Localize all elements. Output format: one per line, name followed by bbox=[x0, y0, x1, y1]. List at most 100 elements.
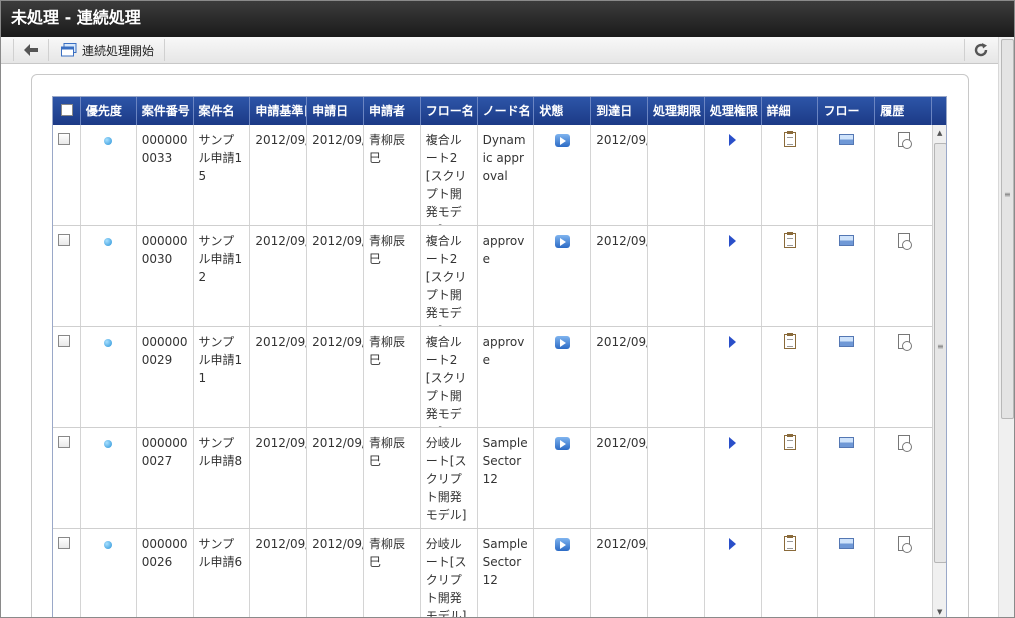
clipboard-icon[interactable] bbox=[783, 434, 796, 450]
header-authority[interactable]: 処理権限 bbox=[705, 97, 762, 125]
header-applicant[interactable]: 申請者 bbox=[364, 97, 421, 125]
history-cell[interactable] bbox=[875, 327, 932, 427]
history-cell[interactable] bbox=[875, 428, 932, 528]
header-name[interactable]: 案件名 bbox=[194, 97, 251, 125]
row-checkbox-cell[interactable] bbox=[53, 327, 81, 427]
row-checkbox[interactable] bbox=[58, 133, 70, 145]
clipboard-icon[interactable] bbox=[783, 232, 796, 248]
flow-image-icon[interactable] bbox=[838, 437, 854, 448]
flow-image-icon[interactable] bbox=[838, 538, 854, 549]
start-continuous-button[interactable]: 連続処理開始 bbox=[51, 39, 166, 61]
header-limit[interactable]: 処理期限 bbox=[648, 97, 705, 125]
flow-image-icon[interactable] bbox=[838, 336, 854, 347]
refresh-icon bbox=[974, 43, 987, 57]
status-cell[interactable] bbox=[534, 125, 592, 225]
header-arrive[interactable]: 到達日 bbox=[591, 97, 649, 125]
header-select-all[interactable] bbox=[53, 97, 81, 125]
status-cell[interactable] bbox=[534, 327, 592, 427]
flow-image-cell[interactable] bbox=[818, 226, 876, 326]
header-detail[interactable]: 詳細 bbox=[762, 97, 819, 125]
table-row[interactable]: 0000000029 サンプル申請11 2012/09/2 2012/09/2 … bbox=[53, 327, 932, 428]
header-node[interactable]: ノード名 bbox=[478, 97, 535, 125]
flow-image-icon[interactable] bbox=[838, 235, 854, 246]
header-spacer bbox=[932, 97, 946, 125]
history-icon[interactable] bbox=[897, 435, 912, 452]
flow-image-cell[interactable] bbox=[818, 428, 876, 528]
refresh-button[interactable] bbox=[964, 39, 996, 61]
history-cell[interactable] bbox=[875, 226, 932, 326]
detail-cell[interactable] bbox=[762, 125, 819, 225]
flow-image-cell[interactable] bbox=[818, 529, 876, 617]
flow-image-cell[interactable] bbox=[818, 327, 876, 427]
header-apply-date[interactable]: 申請日 bbox=[307, 97, 364, 125]
row-checkbox-cell[interactable] bbox=[53, 125, 81, 225]
table-row[interactable]: 0000000026 サンプル申請6 2012/09/1 2012/09/1 青… bbox=[53, 529, 932, 617]
apply-date-cell: 2012/09/2 bbox=[307, 226, 364, 326]
process-play-icon[interactable] bbox=[729, 538, 737, 550]
row-checkbox[interactable] bbox=[58, 537, 70, 549]
status-arrow-icon[interactable] bbox=[554, 437, 570, 450]
authority-cell[interactable] bbox=[705, 428, 762, 528]
table-row[interactable]: 0000000033 サンプル申請15 2012/09/2 2012/09/2 … bbox=[53, 125, 932, 226]
header-number[interactable]: 案件番号 bbox=[137, 97, 194, 125]
clipboard-icon[interactable] bbox=[783, 535, 796, 551]
status-cell[interactable] bbox=[534, 226, 592, 326]
row-checkbox[interactable] bbox=[58, 335, 70, 347]
table-row[interactable]: 0000000027 サンプル申請8 2012/09/1 2012/09/1 青… bbox=[53, 428, 932, 529]
process-play-icon[interactable] bbox=[729, 437, 737, 449]
detail-cell[interactable] bbox=[762, 327, 819, 427]
header-priority[interactable]: 優先度 bbox=[81, 97, 137, 125]
status-arrow-icon[interactable] bbox=[554, 336, 570, 349]
priority-cell bbox=[81, 226, 137, 326]
history-icon[interactable] bbox=[897, 132, 912, 149]
applicant-cell: 青柳辰巳 bbox=[364, 327, 421, 427]
authority-cell[interactable] bbox=[705, 125, 762, 225]
table-row[interactable]: 0000000030 サンプル申請12 2012/09/2 2012/09/2 … bbox=[53, 226, 932, 327]
flow-image-icon[interactable] bbox=[838, 134, 854, 145]
history-icon[interactable] bbox=[897, 233, 912, 250]
history-cell[interactable] bbox=[875, 125, 932, 225]
header-history[interactable]: 履歴 bbox=[875, 97, 933, 125]
row-checkbox-cell[interactable] bbox=[53, 428, 81, 528]
row-checkbox-cell[interactable] bbox=[53, 226, 81, 326]
history-cell[interactable] bbox=[875, 529, 932, 617]
applicant-cell: 青柳辰巳 bbox=[364, 125, 421, 225]
arrow-left-icon bbox=[24, 44, 38, 56]
row-checkbox-cell[interactable] bbox=[53, 529, 81, 617]
row-checkbox[interactable] bbox=[58, 234, 70, 246]
scroll-down-icon[interactable]: ▼ bbox=[937, 608, 942, 616]
authority-cell[interactable] bbox=[705, 226, 762, 326]
clipboard-icon[interactable] bbox=[783, 131, 796, 147]
history-icon[interactable] bbox=[897, 536, 912, 553]
select-all-checkbox[interactable] bbox=[61, 104, 73, 116]
status-arrow-icon[interactable] bbox=[554, 538, 570, 551]
grid-scrollbar-thumb[interactable]: ≡ bbox=[934, 143, 946, 563]
process-play-icon[interactable] bbox=[729, 235, 737, 247]
row-checkbox[interactable] bbox=[58, 436, 70, 448]
status-cell[interactable] bbox=[534, 428, 592, 528]
back-button[interactable] bbox=[13, 39, 49, 61]
header-base-date[interactable]: 申請基準日 bbox=[250, 97, 308, 125]
detail-cell[interactable] bbox=[762, 529, 819, 617]
status-arrow-icon[interactable] bbox=[554, 134, 570, 147]
page-scrollbar[interactable]: ≡ bbox=[998, 37, 1014, 617]
authority-cell[interactable] bbox=[705, 327, 762, 427]
history-icon[interactable] bbox=[897, 334, 912, 351]
base-date-cell: 2012/09/1 bbox=[250, 428, 308, 528]
header-flow[interactable]: フロー名 bbox=[421, 97, 478, 125]
detail-cell[interactable] bbox=[762, 226, 819, 326]
page-scrollbar-thumb[interactable]: ≡ bbox=[1001, 39, 1014, 419]
process-play-icon[interactable] bbox=[729, 336, 737, 348]
clipboard-icon[interactable] bbox=[783, 333, 796, 349]
start-continuous-label: 連続処理開始 bbox=[82, 43, 155, 58]
status-cell[interactable] bbox=[534, 529, 592, 617]
status-arrow-icon[interactable] bbox=[554, 235, 570, 248]
scroll-up-icon[interactable]: ▲ bbox=[937, 129, 942, 137]
detail-cell[interactable] bbox=[762, 428, 819, 528]
flow-image-cell[interactable] bbox=[818, 125, 876, 225]
process-play-icon[interactable] bbox=[729, 134, 737, 146]
header-status[interactable]: 状態 bbox=[534, 97, 592, 125]
authority-cell[interactable] bbox=[705, 529, 762, 617]
grid-scrollbar[interactable]: ▲ ≡ ▼ bbox=[932, 125, 946, 617]
header-flow-image[interactable]: フロー bbox=[818, 97, 876, 125]
